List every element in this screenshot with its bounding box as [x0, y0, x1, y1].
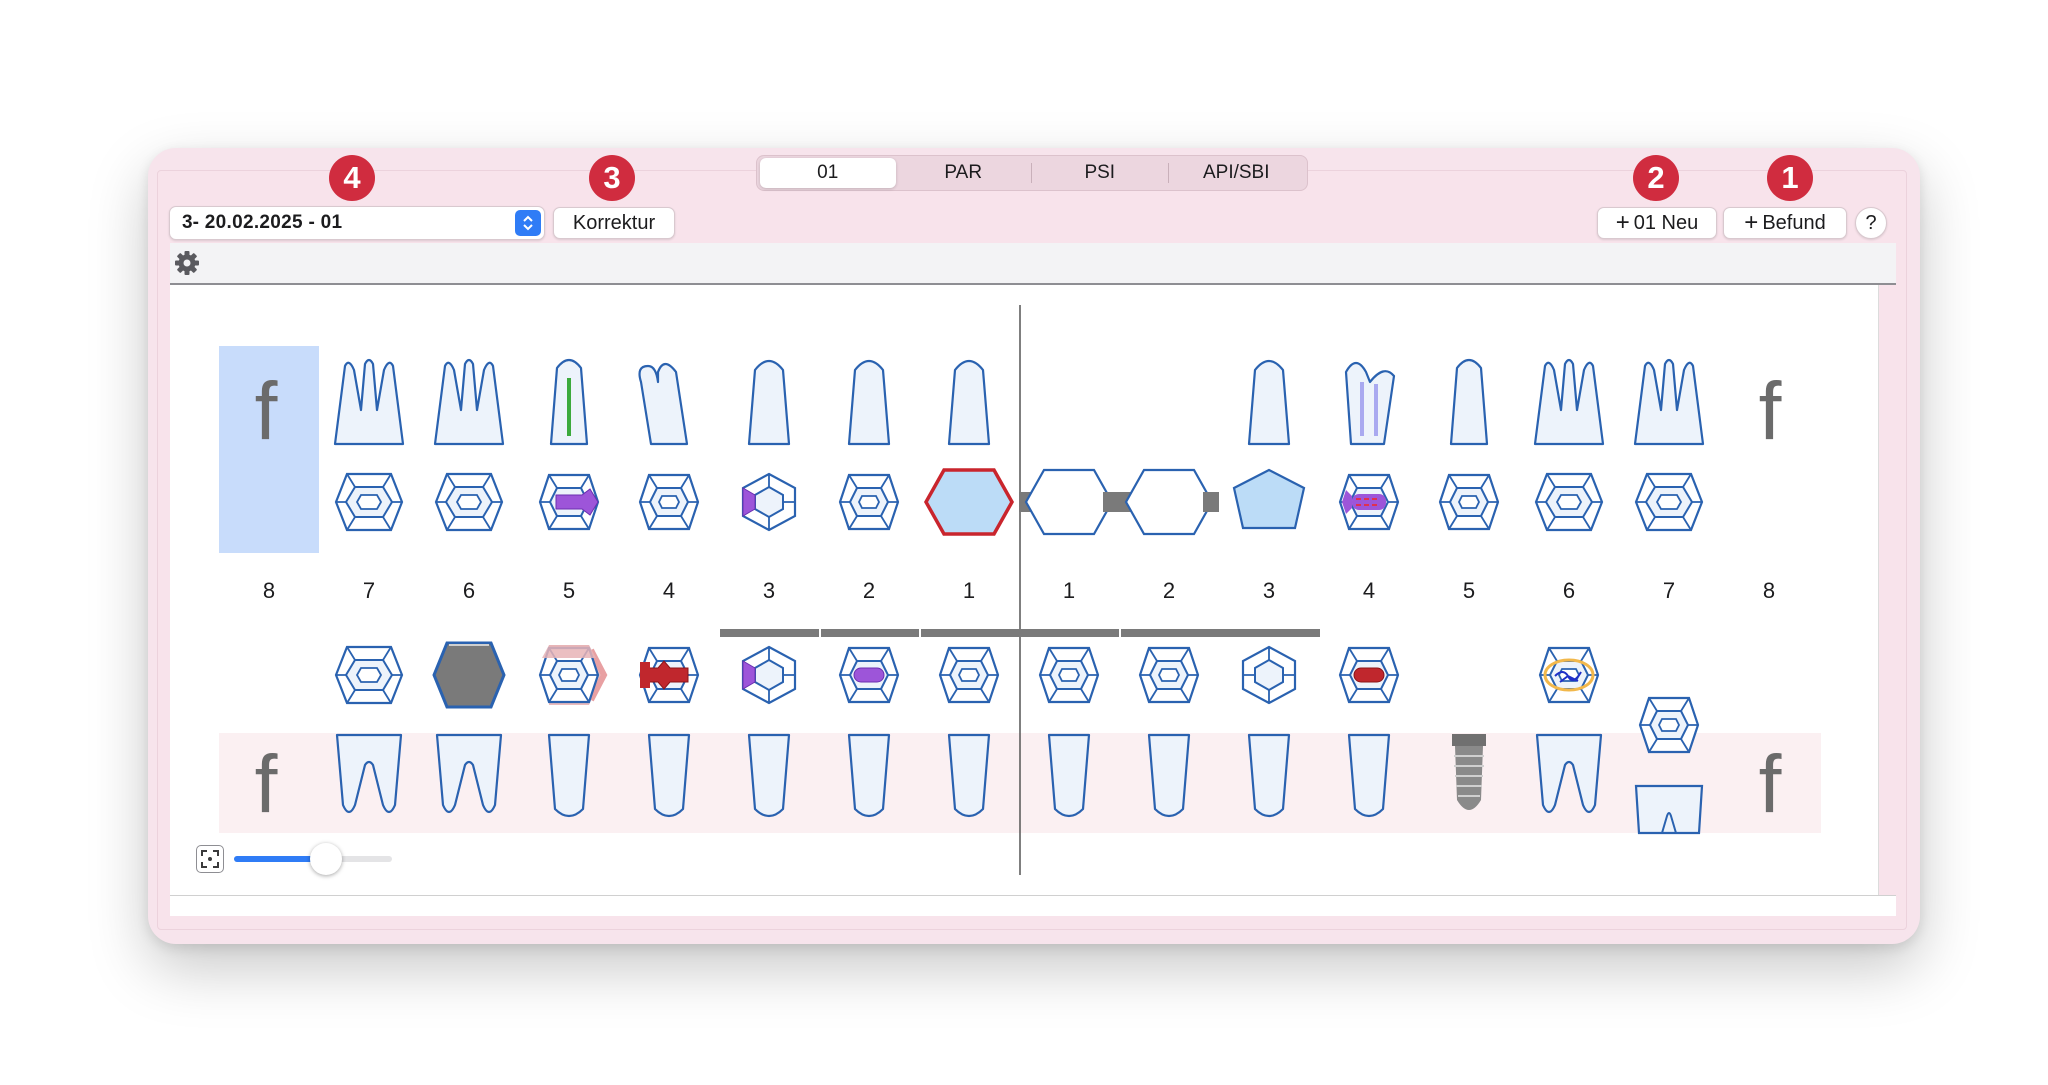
chart-bottom-bar [170, 895, 1896, 916]
tooth-number: 3 [762, 578, 776, 603]
add-befund-button[interactable]: + Befund [1723, 207, 1847, 239]
korrektur-button[interactable]: Korrektur [553, 207, 675, 239]
tooth-number: 1 [1062, 578, 1076, 603]
tooth-number: 5 [1462, 578, 1476, 603]
missing-tooth-label-lower-left-8[interactable]: f [1740, 738, 1800, 832]
tooth-number: 7 [362, 578, 376, 603]
select-value: - 20.02.2025 - 01 [192, 212, 343, 233]
tooth-number: 7 [1662, 578, 1676, 603]
callout-badge-1: 1 [1767, 155, 1813, 201]
tab-api-sbi[interactable]: API/SBI [1169, 158, 1305, 188]
chevron-up-down-icon[interactable] [515, 210, 541, 236]
tooth-number: 6 [462, 578, 476, 603]
findings-date-select[interactable]: 3 - 20.02.2025 - 01 [169, 206, 545, 240]
chart-toolbar [170, 243, 1896, 285]
fit-to-screen-icon[interactable] [196, 845, 224, 873]
tooth-number: 5 [562, 578, 576, 603]
new-01-button[interactable]: + 01 Neu [1597, 207, 1717, 239]
plus-icon: + [1615, 209, 1630, 236]
tooth-number: 6 [1562, 578, 1576, 603]
tab-par[interactable]: PAR [896, 158, 1032, 188]
tab-psi[interactable]: PSI [1032, 158, 1168, 188]
callout-badge-4: 4 [329, 155, 375, 201]
add-befund-label: Befund [1762, 211, 1826, 234]
new-01-label: 01 Neu [1633, 211, 1699, 234]
missing-tooth-label-upper-left-8[interactable]: f [1740, 365, 1800, 459]
tooth-number: 3 [1262, 578, 1276, 603]
tooth-number: 2 [862, 578, 876, 603]
missing-tooth-label-lower-right-8[interactable]: f [236, 738, 296, 832]
tab-bar: 01 PAR PSI API/SBI [756, 155, 1308, 191]
dental-chart-canvas [170, 285, 1879, 895]
gear-icon[interactable] [173, 249, 201, 277]
zoom-slider-knob[interactable] [310, 843, 342, 875]
tooth-number: 4 [662, 578, 676, 603]
missing-tooth-label-upper-right-8[interactable]: f [236, 365, 296, 459]
plus-icon: + [1744, 209, 1759, 236]
tooth-number: 2 [1162, 578, 1176, 603]
help-button[interactable]: ? [1855, 207, 1887, 239]
tooth-number: 8 [262, 578, 276, 603]
tooth-number: 1 [962, 578, 976, 603]
callout-badge-2: 2 [1633, 155, 1679, 201]
tab-01[interactable]: 01 [760, 158, 896, 188]
callout-badge-3: 3 [589, 155, 635, 201]
select-prefix: 3 [182, 212, 193, 233]
zoom-slider[interactable] [234, 843, 392, 875]
tooth-number: 4 [1362, 578, 1376, 603]
tooth-number: 8 [1762, 578, 1776, 603]
